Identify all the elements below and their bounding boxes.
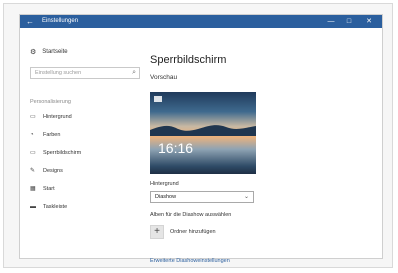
- search-icon: ⌕: [132, 69, 136, 76]
- albums-label: Alben für die Diashow auswählen: [150, 212, 232, 218]
- settings-window: ← Einstellungen — □ ✕ ⚙ Startseite Einst…: [20, 15, 382, 264]
- gear-icon: ⚙: [30, 49, 37, 56]
- sidebar: ⚙ Startseite Einstellung suchen ⌕ Person…: [20, 28, 145, 258]
- sidebar-item-label: Start: [43, 186, 55, 192]
- lock-screen-icon: ▭: [30, 150, 36, 156]
- sidebar-item-label: Taskleiste: [43, 204, 68, 210]
- main-content: Sperrbildschirm Vorschau 16:16 Hintergru…: [150, 28, 370, 264]
- home-label: Startseite: [42, 49, 68, 55]
- sidebar-item-hintergrund[interactable]: ▭ Hintergrund: [30, 114, 72, 120]
- start-icon: ▦: [30, 186, 36, 192]
- home-link[interactable]: ⚙ Startseite: [30, 48, 68, 56]
- sidebar-item-sperrbildschirm[interactable]: ▭ Sperrbildschirm: [30, 150, 81, 156]
- search-input[interactable]: Einstellung suchen ⌕: [30, 67, 140, 79]
- sidebar-item-farben[interactable]: ◔ Farben: [30, 132, 60, 138]
- sidebar-item-label: Hintergrund: [43, 114, 72, 120]
- sidebar-item-label: Farben: [43, 132, 61, 138]
- brush-icon: ✎: [30, 168, 36, 174]
- page-title: Sperrbildschirm: [150, 54, 227, 66]
- section-label: Personalisierung: [30, 99, 71, 105]
- preview-time: 16:16: [158, 140, 194, 156]
- lock-screen-preview: 16:16: [150, 92, 256, 174]
- sidebar-item-label: Sperrbildschirm: [43, 150, 82, 156]
- add-folder-label: Ordner hinzufügen: [170, 229, 216, 235]
- sidebar-item-start[interactable]: ▦ Start: [30, 186, 55, 192]
- minimize-button[interactable]: —: [324, 16, 338, 27]
- preview-badge: [154, 96, 162, 102]
- back-arrow-icon[interactable]: ←: [26, 17, 34, 26]
- maximize-button[interactable]: □: [342, 16, 356, 27]
- background-select-value: Diashow: [155, 194, 177, 200]
- advanced-slideshow-link[interactable]: Erweiterte Diashoweinstellungen: [150, 258, 230, 264]
- title-bar: ← Einstellungen — □ ✕: [20, 15, 382, 28]
- taskbar-icon: ▬: [30, 204, 36, 210]
- palette-icon: ◔: [30, 132, 34, 138]
- chevron-down-icon: ⌄: [243, 194, 249, 200]
- preview-heading: Vorschau: [150, 74, 178, 81]
- sidebar-item-label: Designs: [43, 168, 63, 174]
- background-select[interactable]: Diashow ⌄: [150, 191, 254, 203]
- plus-icon: +: [150, 225, 164, 239]
- search-placeholder: Einstellung suchen: [35, 70, 82, 76]
- background-label: Hintergrund: [150, 181, 179, 187]
- sidebar-item-taskleiste[interactable]: ▬ Taskleiste: [30, 204, 67, 210]
- window-title: Einstellungen: [42, 18, 79, 24]
- close-button[interactable]: ✕: [362, 16, 376, 27]
- sidebar-item-designs[interactable]: ✎ Designs: [30, 168, 63, 174]
- image-icon: ▭: [30, 114, 36, 120]
- add-folder-button[interactable]: + Ordner hinzufügen: [150, 225, 216, 239]
